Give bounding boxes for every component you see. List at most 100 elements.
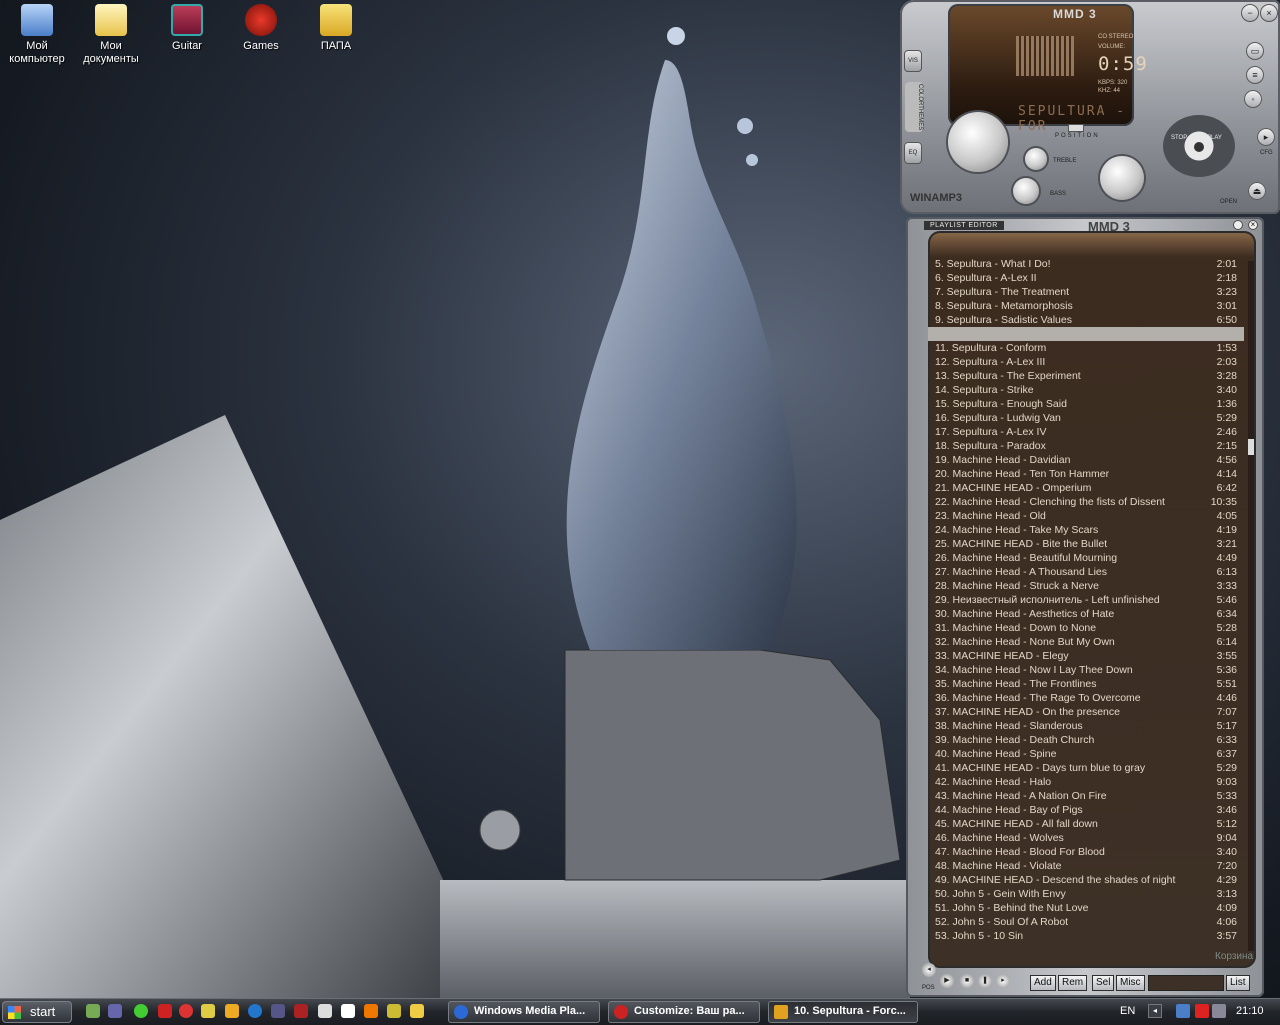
close-button[interactable]: ×: [1260, 4, 1278, 22]
playlist-row[interactable]: 25. MACHINE HEAD - Bite the Bullet 3:21: [928, 537, 1244, 551]
quicklaunch-window-icon[interactable]: [341, 1004, 355, 1018]
remove-button[interactable]: Rem: [1058, 975, 1088, 991]
playlist-row[interactable]: 11. Sepultura - Conform 1:53: [928, 341, 1244, 355]
network-icon[interactable]: [1176, 1004, 1190, 1018]
playlist-row[interactable]: 27. Machine Head - A Thousand Lies 6:13: [928, 565, 1244, 579]
playlist-row[interactable]: 19. Machine Head - Davidian 4:56: [928, 453, 1244, 467]
volume-icon[interactable]: [1212, 1004, 1226, 1018]
playlist-row[interactable]: 9. Sepultura - Sadistic Values 6:50: [928, 313, 1244, 327]
playlist-row[interactable]: 43. Machine Head - A Nation On Fire 5:33: [928, 789, 1244, 803]
playlist-row[interactable]: 44. Machine Head - Bay of Pigs 3:46: [928, 803, 1244, 817]
shade-button[interactable]: ▭: [1246, 42, 1264, 60]
playlist-row[interactable]: 53. John 5 - 10 Sin 3:57: [928, 929, 1244, 943]
playlist-row[interactable]: 28. Machine Head - Struck a Nerve 3:33: [928, 579, 1244, 593]
play-button[interactable]: PLAY: [1207, 135, 1222, 141]
quicklaunch-opera-icon[interactable]: [158, 1004, 172, 1018]
language-indicator[interactable]: EN: [1120, 1005, 1135, 1017]
playlist-row[interactable]: 45. MACHINE HEAD - All fall down 5:12: [928, 817, 1244, 831]
playlist-row[interactable]: 21. MACHINE HEAD - Omperium 6:42: [928, 481, 1244, 495]
playlist-row[interactable]: 8. Sepultura - Metamorphosis 3:01: [928, 299, 1244, 313]
equalizer-button[interactable]: ≡: [1246, 66, 1264, 84]
task-opera[interactable]: Customize: Ваш ра...: [608, 1001, 760, 1023]
quicklaunch-media-player-icon[interactable]: [248, 1004, 262, 1018]
quicklaunch-fire-icon[interactable]: [364, 1004, 378, 1018]
quicklaunch-winamp-icon[interactable]: [410, 1004, 424, 1018]
playlist-row[interactable]: 37. MACHINE HEAD - On the presence 7:07: [928, 705, 1244, 719]
playlist-row[interactable]: 46. Machine Head - Wolves 9:04: [928, 831, 1244, 845]
desktop-icon-guitar[interactable]: Guitar: [150, 2, 224, 53]
playlist-row[interactable]: 51. John 5 - Behind the Nut Love 4:09: [928, 901, 1244, 915]
minimize-button[interactable]: −: [1241, 4, 1259, 22]
playlist-row-selected[interactable]: [928, 327, 1244, 341]
task-winamp[interactable]: 10. Sepultura - Forc...: [768, 1001, 918, 1023]
playlist-row[interactable]: 52. John 5 - Soul Of A Robot 4:06: [928, 915, 1244, 929]
select-button[interactable]: Sel: [1092, 975, 1115, 991]
next-track-button[interactable]: ▸: [996, 974, 1010, 988]
playlist-row[interactable]: 39. Machine Head - Death Church 6:33: [928, 733, 1244, 747]
pause-track-button[interactable]: ❚: [978, 974, 992, 988]
add-button[interactable]: Add: [1030, 975, 1056, 991]
playlist-row[interactable]: 17. Sepultura - A-Lex IV 2:46: [928, 425, 1244, 439]
playlist-row[interactable]: 26. Machine Head - Beautiful Mourning 4:4…: [928, 551, 1244, 565]
desktop-icon-my-computer[interactable]: Мой компьютер: [0, 2, 74, 66]
playlist-row[interactable]: 32. Machine Head - None But My Own 6:14: [928, 635, 1244, 649]
playlist-row[interactable]: 40. Machine Head - Spine 6:37: [928, 747, 1244, 761]
cfg-button[interactable]: ▸: [1257, 128, 1275, 146]
playlist-toggle-button[interactable]: [948, 112, 1008, 172]
playlist-row[interactable]: 20. Machine Head - Ten Ton Hammer 4:14: [928, 467, 1244, 481]
playlist-row[interactable]: 36. Machine Head - The Rage To Overcome 4…: [928, 691, 1244, 705]
vis-button[interactable]: VIS: [904, 50, 922, 72]
winamp-player-window[interactable]: VIS COLORTHEMES EQ MMD 3 CO STEREO VOLUM…: [900, 0, 1280, 214]
bass-knob[interactable]: [1013, 178, 1039, 204]
options-button[interactable]: ◦: [1244, 90, 1262, 108]
desktop-icon-games[interactable]: Games: [224, 2, 298, 53]
quicklaunch-plat-icon[interactable]: [294, 1004, 308, 1018]
playlist-row[interactable]: 23. Machine Head - Old 4:05: [928, 509, 1244, 523]
stop-track-button[interactable]: ■: [960, 974, 974, 988]
misc-button[interactable]: Misc: [1116, 975, 1145, 991]
playlist-row[interactable]: 41. MACHINE HEAD - Days turn blue to gra…: [928, 761, 1244, 775]
quicklaunch-grid-icon[interactable]: [318, 1004, 332, 1018]
playlist-row[interactable]: 35. Machine Head - The Frontlines 5:51: [928, 677, 1244, 691]
playlist-row[interactable]: 13. Sepultura - The Experiment 3:28: [928, 369, 1244, 383]
desktop-icon-my-documents[interactable]: Мои документы: [74, 2, 148, 66]
start-button[interactable]: start: [2, 1001, 72, 1023]
play-track-button[interactable]: ▶: [940, 974, 954, 988]
quicklaunch-save-icon[interactable]: [271, 1004, 285, 1018]
playlist-row[interactable]: 31. Machine Head - Down to None 5:28: [928, 621, 1244, 635]
pause-button[interactable]: [1194, 142, 1204, 152]
position-slider[interactable]: [1068, 124, 1084, 132]
eq-button[interactable]: EQ: [904, 142, 922, 164]
treble-knob[interactable]: [1025, 148, 1047, 170]
quicklaunch-butterfly-icon[interactable]: [225, 1004, 239, 1018]
playlist-close-button[interactable]: ×: [1248, 220, 1258, 230]
quicklaunch-folder-icon[interactable]: [201, 1004, 215, 1018]
playlist-row[interactable]: 30. Machine Head - Aesthetics of Hate 6:3…: [928, 607, 1244, 621]
task-windows-media-player[interactable]: Windows Media Pla...: [448, 1001, 600, 1023]
playlist-row[interactable]: 15. Sepultura - Enough Said 1:36: [928, 397, 1244, 411]
open-button[interactable]: ⏏: [1248, 182, 1266, 200]
quicklaunch-app-icon[interactable]: [387, 1004, 401, 1018]
playlist-row[interactable]: 24. Machine Head - Take My Scars 4:19: [928, 523, 1244, 537]
quicklaunch-mail-icon[interactable]: [108, 1004, 122, 1018]
playlist-row[interactable]: 38. Machine Head - Slanderous 5:17: [928, 719, 1244, 733]
playlist-row[interactable]: 16. Sepultura - Ludwig Van 5:29: [928, 411, 1244, 425]
playlist-row[interactable]: 14. Sepultura - Strike 3:40: [928, 383, 1244, 397]
playlist-row[interactable]: 42. Machine Head - Halo 9:03: [928, 775, 1244, 789]
stop-button[interactable]: STOP: [1171, 135, 1187, 141]
zonealarm-icon[interactable]: [1195, 1004, 1209, 1018]
playlist-row[interactable]: 48. Machine Head - Violate 7:20: [928, 859, 1244, 873]
playlist-row[interactable]: 34. Machine Head - Now I Lay Thee Down 5:…: [928, 663, 1244, 677]
playlist-minimize-button[interactable]: [1233, 220, 1243, 230]
quicklaunch-record-icon[interactable]: [179, 1004, 193, 1018]
playlist-row[interactable]: 22. Machine Head - Clenching the fists o…: [928, 495, 1244, 509]
quicklaunch-guitar-icon[interactable]: [86, 1004, 100, 1018]
playlist-row[interactable]: 47. Machine Head - Blood For Blood 3:40: [928, 845, 1244, 859]
list-button[interactable]: List: [1226, 975, 1250, 991]
playlist-row[interactable]: 18. Sepultura - Paradox 2:15: [928, 439, 1244, 453]
playlist-row[interactable]: 49. MACHINE HEAD - Descend the shades of…: [928, 873, 1244, 887]
scrollbar-thumb[interactable]: [1248, 439, 1254, 455]
playlist-row[interactable]: 12. Sepultura - A-Lex III 2:03: [928, 355, 1244, 369]
playlist-editor-window[interactable]: PLAYLIST EDITOR MMD 3 × 5. Sepultura - W…: [906, 217, 1264, 997]
playlist-row[interactable]: 33. MACHINE HEAD - Elegy 3:55: [928, 649, 1244, 663]
